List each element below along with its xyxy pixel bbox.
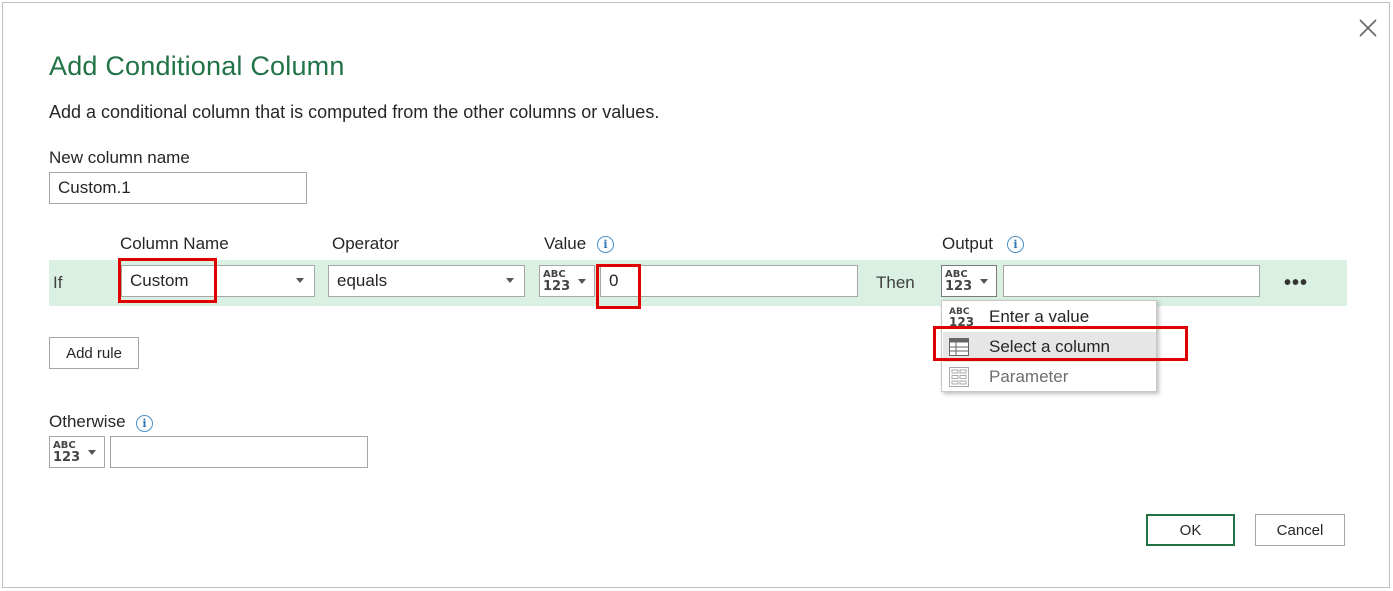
value-info-icon[interactable]: i [597, 236, 614, 253]
close-icon[interactable] [1355, 15, 1381, 41]
chevron-down-icon [296, 278, 304, 283]
otherwise-info-icon[interactable]: i [136, 415, 153, 432]
output-type-button[interactable]: ABC 123 [941, 265, 997, 297]
operator-header: Operator [332, 234, 400, 253]
menu-item-label: Enter a value [989, 307, 1090, 326]
new-column-name-input[interactable]: Custom.1 [49, 172, 307, 204]
output-type-menu: ABC 123 Enter a value Select a column Pa… [941, 300, 1157, 392]
otherwise-label: Otherwise [49, 412, 126, 431]
operator-select[interactable]: equals [328, 265, 525, 297]
abc-123-icon: ABC 123 [949, 307, 975, 329]
output-header: Output [942, 234, 994, 253]
chevron-down-icon [980, 279, 988, 284]
dialog-title: Add Conditional Column [49, 51, 345, 81]
abc-123-icon-num: 123 [543, 279, 571, 294]
chevron-down-icon [578, 279, 586, 284]
menu-item-label: Parameter [989, 367, 1069, 386]
abc-123-icon-num: 123 [53, 450, 81, 465]
output-input[interactable] [1003, 265, 1260, 297]
value-type-button[interactable]: ABC 123 [539, 265, 595, 297]
add-conditional-column-dialog: Add Conditional Column Add a conditional… [2, 2, 1390, 588]
column-name-header: Column Name [120, 234, 229, 253]
then-label: Then [876, 273, 915, 292]
more-options-icon[interactable]: ••• [1283, 272, 1309, 294]
output-info-icon[interactable]: i [1007, 236, 1024, 253]
otherwise-input[interactable] [110, 436, 368, 468]
column-name-select[interactable]: Custom [121, 265, 315, 297]
otherwise-type-button[interactable]: ABC 123 [49, 436, 105, 468]
menu-item-parameter[interactable]: Parameter [943, 362, 1156, 392]
abc-123-icon-num: 123 [945, 279, 973, 294]
if-label: If [53, 273, 63, 292]
table-column-icon [949, 338, 969, 361]
parameter-icon [949, 367, 969, 392]
column-name-select-value: Custom [130, 271, 189, 290]
add-rule-button[interactable]: Add rule [49, 337, 139, 369]
menu-item-enter-value[interactable]: ABC 123 Enter a value [943, 302, 1156, 332]
menu-item-label: Select a column [989, 337, 1110, 356]
ok-button[interactable]: OK [1146, 514, 1235, 546]
operator-select-value: equals [337, 271, 388, 290]
cancel-button[interactable]: Cancel [1255, 514, 1345, 546]
new-column-name-label: New column name [49, 148, 190, 167]
value-header: Value [544, 234, 587, 253]
value-input[interactable]: 0 [600, 265, 858, 297]
chevron-down-icon [506, 278, 514, 283]
menu-item-select-column[interactable]: Select a column [943, 332, 1156, 362]
chevron-down-icon [88, 450, 96, 455]
dialog-subtitle: Add a conditional column that is compute… [49, 102, 660, 122]
